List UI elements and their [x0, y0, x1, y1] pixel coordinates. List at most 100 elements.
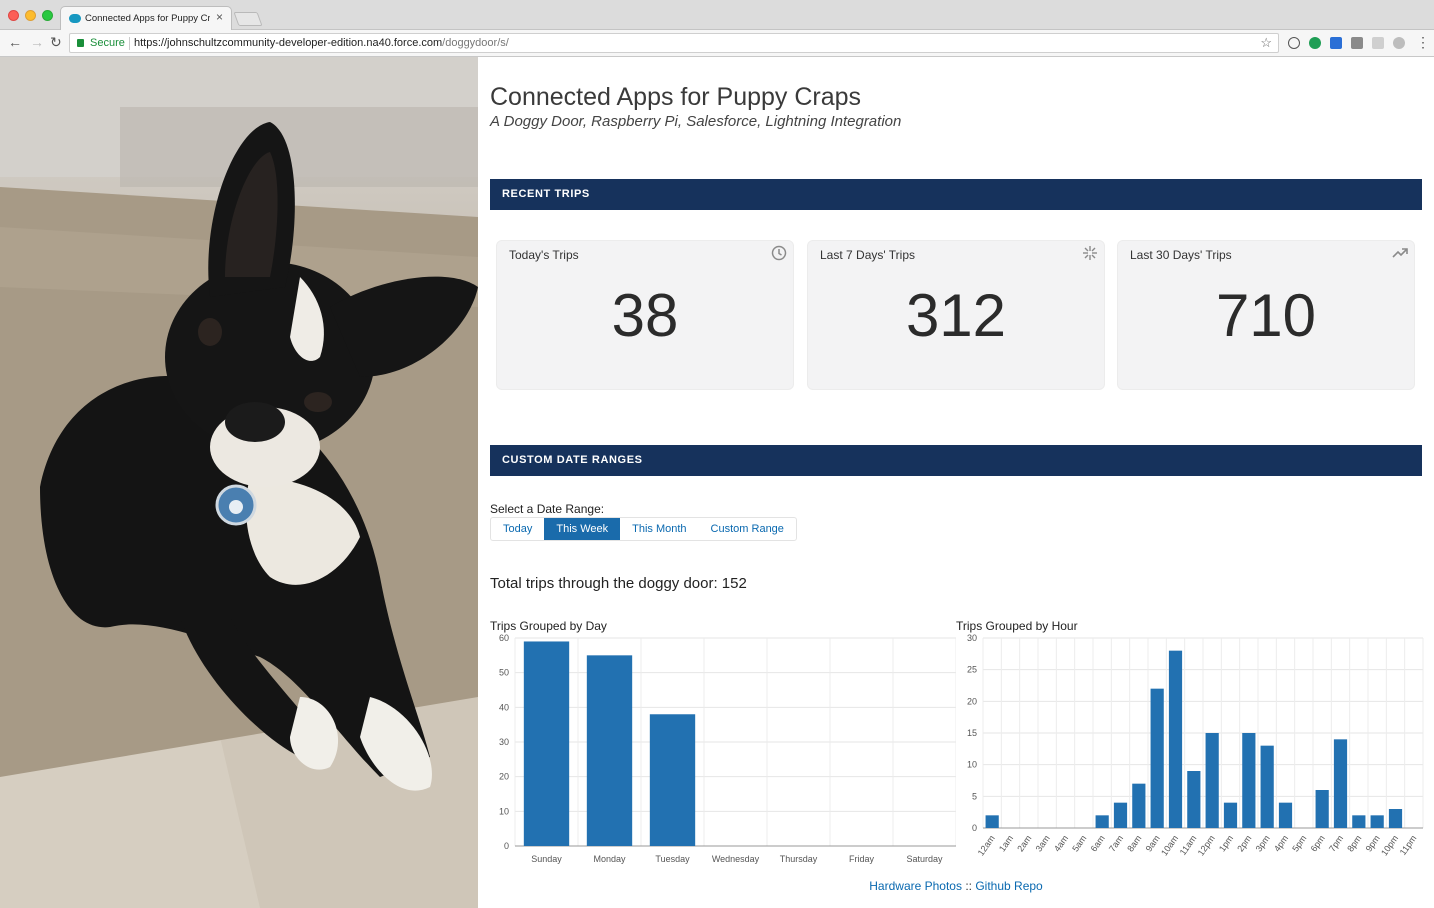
divider: [129, 37, 130, 50]
github-repo-link[interactable]: Github Repo: [975, 879, 1042, 893]
card-value: 38: [611, 282, 679, 349]
bar: [1223, 802, 1238, 828]
x-tick-label: 8pm: [1345, 833, 1363, 853]
x-tick-label: 7am: [1107, 833, 1125, 853]
card-label: Today's Trips: [509, 248, 579, 262]
custom-date-ranges-header: CUSTOM DATE RANGES: [490, 445, 1422, 476]
x-tick-label: 7pm: [1327, 833, 1345, 853]
bar: [1352, 815, 1366, 828]
browser-tab-bar: Connected Apps for Puppy Cr ×: [0, 0, 1434, 31]
close-tab-icon[interactable]: ×: [216, 10, 223, 24]
trend-up-icon: [1392, 248, 1408, 258]
bar: [523, 641, 570, 846]
url-host: https://johnschultzcommunity-developer-e…: [134, 37, 443, 49]
y-tick-label: 10: [967, 760, 977, 770]
trips-by-hour-chart: 0 5 10 15 20 25 30 12am 1am 2am 3am 4am 5am 6am 7am 8am…: [967, 633, 1424, 858]
day-chart-title: Trips Grouped by Day: [490, 619, 607, 633]
x-tick-label: 3pm: [1254, 833, 1272, 853]
y-tick-label: 20: [967, 696, 977, 706]
arrow-right-icon[interactable]: →: [30, 34, 44, 50]
x-tick-label: Thursday: [780, 854, 818, 864]
bar: [1388, 809, 1403, 828]
y-tick-label: 10: [499, 806, 509, 816]
main-content: Connected Apps for Puppy Craps A Doggy D…: [478, 57, 1434, 908]
footer-separator: ::: [965, 879, 972, 893]
x-tick-label: 2am: [1015, 833, 1033, 853]
bar: [1187, 771, 1201, 828]
secure-label: Secure: [90, 37, 125, 49]
bar: [1168, 650, 1183, 828]
extension-b-icon[interactable]: [1330, 37, 1342, 49]
x-tick-label: 6pm: [1309, 833, 1327, 853]
address-bar[interactable]: Secure https://johnschultzcommunity-deve…: [69, 33, 1279, 53]
total-trips-text: Total trips through the doggy door: 152: [490, 575, 747, 592]
puppy-illustration: [0, 57, 478, 908]
salesforce-cloud-icon: [69, 14, 81, 23]
today-button[interactable]: Today: [491, 518, 544, 540]
x-tick-label: 8am: [1125, 833, 1143, 853]
sparkle-icon: [1083, 246, 1097, 260]
y-tick-label: 15: [967, 728, 977, 738]
custom-range-button[interactable]: Custom Range: [699, 518, 796, 540]
x-tick-label: Saturday: [906, 854, 943, 864]
extension-pocket-icon[interactable]: [1351, 37, 1363, 49]
y-tick-label: 0: [972, 823, 977, 833]
browser-tab[interactable]: Connected Apps for Puppy Cr ×: [60, 6, 232, 31]
maximize-window-button[interactable]: [42, 10, 53, 21]
x-tick-label: 5am: [1070, 833, 1088, 853]
x-tick-label: Tuesday: [655, 854, 690, 864]
lock-icon: [77, 39, 84, 47]
bar: [1095, 815, 1109, 828]
extension-evernote-icon[interactable]: [1309, 37, 1321, 49]
bar: [1205, 733, 1219, 828]
card-label: Last 7 Days' Trips: [820, 248, 915, 262]
extension-info-icon[interactable]: [1288, 37, 1300, 49]
arrow-left-icon[interactable]: ←: [8, 34, 22, 50]
bar: [649, 714, 696, 846]
x-tick-label: Monday: [593, 854, 626, 864]
card-label: Last 30 Days' Trips: [1130, 248, 1232, 262]
bookmark-star-icon[interactable]: ☆: [1260, 35, 1272, 51]
url-text[interactable]: https://johnschultzcommunity-developer-e…: [134, 37, 509, 49]
x-tick-label: 10pm: [1379, 833, 1400, 857]
browser-menu-icon[interactable]: ⋮: [1416, 34, 1430, 51]
url-path: /doggydoor/s/: [442, 37, 509, 49]
hardware-photos-link[interactable]: Hardware Photos: [869, 879, 962, 893]
bar: [1113, 802, 1128, 828]
y-tick-label: 30: [499, 737, 509, 747]
y-tick-label: 30: [967, 633, 977, 643]
x-tick-label: 11am: [1178, 833, 1199, 857]
x-tick-label: 6am: [1089, 833, 1107, 853]
y-tick-label: 60: [499, 633, 509, 643]
trips-by-day-chart: 0 10 20 30 40 50 60 Sunday Monday Tuesday Wednesda…: [499, 633, 956, 864]
extension-cloud-icon[interactable]: [1393, 37, 1405, 49]
x-tick-label: 2pm: [1235, 833, 1253, 853]
extension-grid-icon[interactable]: [1372, 37, 1384, 49]
last-30-days-card: Last 30 Days' Trips 710: [1117, 240, 1415, 390]
tab-title: Connected Apps for Puppy Cr: [85, 13, 210, 24]
x-tick-label: 12am: [976, 833, 997, 857]
bar: [1315, 790, 1329, 828]
this-month-button[interactable]: This Month: [620, 518, 698, 540]
last-7-days-card: Last 7 Days' Trips 312: [807, 240, 1105, 390]
bar: [1370, 815, 1384, 828]
x-tick-label: 1pm: [1217, 833, 1235, 853]
bar: [1278, 802, 1293, 828]
reload-icon[interactable]: ↻: [50, 34, 62, 51]
new-tab-button[interactable]: [233, 12, 263, 26]
x-tick-label: 3am: [1034, 833, 1052, 853]
page-title: Connected Apps for Puppy Craps: [490, 83, 862, 111]
this-week-button[interactable]: This Week: [544, 518, 621, 540]
y-tick-label: 25: [967, 665, 977, 675]
bar: [1150, 688, 1164, 828]
y-tick-label: 0: [504, 841, 509, 851]
close-window-button[interactable]: [8, 10, 19, 21]
minimize-window-button[interactable]: [25, 10, 36, 21]
custom-date-ranges-heading: CUSTOM DATE RANGES: [502, 454, 643, 466]
bar: [1333, 739, 1348, 828]
x-tick-label: 5pm: [1290, 833, 1308, 853]
card-value: 312: [905, 282, 1007, 349]
browser-toolbar: ← → ↻ Secure https://johnschultzcommunit…: [0, 30, 1434, 57]
x-tick-label: 10am: [1159, 833, 1180, 857]
hour-chart-title: Trips Grouped by Hour: [956, 619, 1078, 633]
